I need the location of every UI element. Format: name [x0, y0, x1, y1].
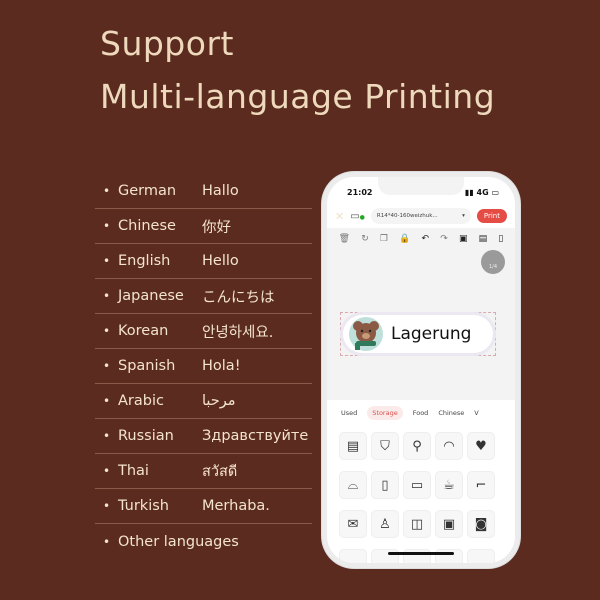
- language-row: • Arabic مرحبا: [95, 384, 312, 419]
- redo-icon[interactable]: ↷: [440, 234, 448, 244]
- more-icon[interactable]: [467, 549, 495, 563]
- bear-icon: [349, 317, 383, 351]
- language-name: Japanese: [118, 288, 184, 304]
- more-icon[interactable]: [339, 549, 367, 563]
- washing-machine-icon[interactable]: ◙: [467, 510, 495, 538]
- language-sample: مرحبا: [202, 393, 236, 409]
- tab-chinese[interactable]: Chinese: [438, 409, 464, 417]
- layers-icon[interactable]: ▣: [459, 234, 468, 244]
- printer-connected-icon[interactable]: ▭●: [350, 211, 365, 222]
- tab-v[interactable]: V: [474, 409, 478, 417]
- language-name: Thai: [118, 463, 149, 479]
- category-tabs: Used Storage Food Chinese V: [327, 405, 515, 421]
- language-sample: 안녕하세요.: [202, 324, 274, 341]
- language-sample: こんにちは: [202, 289, 275, 306]
- language-sample: สวัสดี: [202, 463, 238, 480]
- clock: 21:02: [347, 188, 373, 197]
- home-indicator: [388, 552, 454, 555]
- tab-food[interactable]: Food: [413, 409, 429, 417]
- backpack-icon[interactable]: ⛉: [371, 432, 399, 460]
- heading-line2: Multi-language Printing: [100, 77, 496, 116]
- bullet: •: [102, 219, 111, 233]
- language-row: • Japanese こんにちは: [95, 279, 312, 314]
- language-name: Korean: [118, 323, 169, 339]
- box-icon[interactable]: ▤: [339, 432, 367, 460]
- align-icon[interactable]: ▯: [498, 234, 503, 244]
- language-sample: Hello: [202, 253, 239, 269]
- bag-icon[interactable]: ✉: [339, 510, 367, 538]
- wardrobe-icon[interactable]: ◫: [403, 510, 431, 538]
- t-shirt-icon[interactable]: ♥: [467, 432, 495, 460]
- hat-icon[interactable]: ⌓: [339, 471, 367, 499]
- copy-icon[interactable]: ❐: [380, 234, 388, 244]
- language-name: Russian: [118, 428, 174, 444]
- label-pill: Lagerung: [343, 315, 493, 353]
- bullet: •: [102, 464, 111, 478]
- language-row: • English Hello: [95, 244, 312, 279]
- language-name: German: [118, 183, 177, 199]
- label-canvas[interactable]: 🗑 ↻ ❐ 🔒 ↶ ↷ ▣ ▤ ▯ 1/4 Lagerung: [327, 228, 515, 400]
- image-icon[interactable]: ▤: [479, 234, 488, 244]
- language-row: • German Hallo: [95, 174, 312, 209]
- language-name: Arabic: [118, 393, 164, 409]
- microwave-icon[interactable]: ▣: [435, 510, 463, 538]
- tab-storage[interactable]: Storage: [367, 406, 403, 420]
- print-button[interactable]: Print: [476, 209, 507, 223]
- cap-icon[interactable]: ◠: [435, 432, 463, 460]
- language-name: English: [118, 253, 171, 269]
- page-indicator-button[interactable]: 1/4: [481, 250, 505, 274]
- rotate-icon[interactable]: ↻: [361, 234, 369, 244]
- language-row: • Spanish Hola!: [95, 349, 312, 384]
- close-icon[interactable]: ✕: [335, 210, 344, 223]
- language-sample: Merhaba.: [202, 498, 270, 514]
- language-name: Turkish: [118, 498, 169, 514]
- language-row: • Russian Здравствуйте: [95, 419, 312, 454]
- template-select[interactable]: R14*40-160weizhuk... ▾: [370, 208, 471, 224]
- heading-line1: Support: [100, 24, 234, 63]
- language-list: • German Hallo • Chinese 你好 • English Hello • Japa…: [95, 174, 312, 559]
- bullet: •: [102, 394, 111, 408]
- language-row: • Thai สวัสดี: [95, 454, 312, 489]
- language-name: Spanish: [118, 358, 176, 374]
- edit-toolbar: 🗑 ↻ ❐ 🔒 ↶ ↷ ▣ ▤ ▯: [327, 228, 515, 244]
- signal-indicator: ▮▮ 4G ▭: [464, 188, 499, 197]
- bullet: •: [102, 499, 111, 513]
- delete-icon[interactable]: 🗑: [339, 234, 350, 244]
- bullet: •: [102, 429, 111, 443]
- toilet-paper-icon[interactable]: ▭: [403, 471, 431, 499]
- boot-icon[interactable]: ⌐: [467, 471, 495, 499]
- icon-grid: ▤ ⛉ ⚲ ◠ ♥ ⌓ ▯ ▭ ☕ ⌐ ✉ ♙ ◫ ▣ ◙: [339, 432, 495, 563]
- language-row: • Chinese 你好: [95, 209, 312, 244]
- language-name: Other languages: [118, 533, 239, 550]
- lock-icon[interactable]: 🔒: [399, 234, 410, 244]
- language-row: • Other languages: [95, 524, 312, 559]
- undo-icon[interactable]: ↶: [422, 234, 430, 244]
- dress-icon[interactable]: ♙: [371, 510, 399, 538]
- bullet: •: [102, 289, 111, 303]
- phone-mockup: 21:02 ▮▮ 4G ▭ ✕ ▭● R14*40-160weizhuk... ▾…: [322, 172, 520, 568]
- phone-screen: 21:02 ▮▮ 4G ▭ ✕ ▭● R14*40-160weizhuk... ▾…: [327, 177, 515, 563]
- language-sample: 你好: [202, 219, 231, 236]
- language-sample: Hola!: [202, 358, 241, 374]
- top-bar: ✕ ▭● R14*40-160weizhuk... ▾ Print: [327, 205, 515, 227]
- language-sample: Здравствуйте: [202, 428, 309, 444]
- language-sample: Hallo: [202, 183, 239, 199]
- toothbrush-cup-icon[interactable]: ☕: [435, 471, 463, 499]
- status-bar: 21:02 ▮▮ 4G ▭: [347, 188, 499, 197]
- label-preview[interactable]: Lagerung: [340, 312, 496, 356]
- bullet: •: [102, 254, 111, 268]
- bullet: •: [102, 359, 111, 373]
- chevron-down-icon: ▾: [462, 213, 465, 219]
- tab-used[interactable]: Used: [341, 409, 357, 417]
- language-row: • Turkish Merhaba.: [95, 489, 312, 524]
- language-row: • Korean 안녕하세요.: [95, 314, 312, 349]
- fridge-icon[interactable]: ▯: [371, 471, 399, 499]
- desk-lamp-icon[interactable]: ⚲: [403, 432, 431, 460]
- bullet: •: [102, 184, 111, 198]
- label-text: Lagerung: [391, 324, 472, 344]
- language-name: Chinese: [118, 218, 176, 234]
- bullet: •: [102, 534, 111, 549]
- bullet: •: [102, 324, 111, 338]
